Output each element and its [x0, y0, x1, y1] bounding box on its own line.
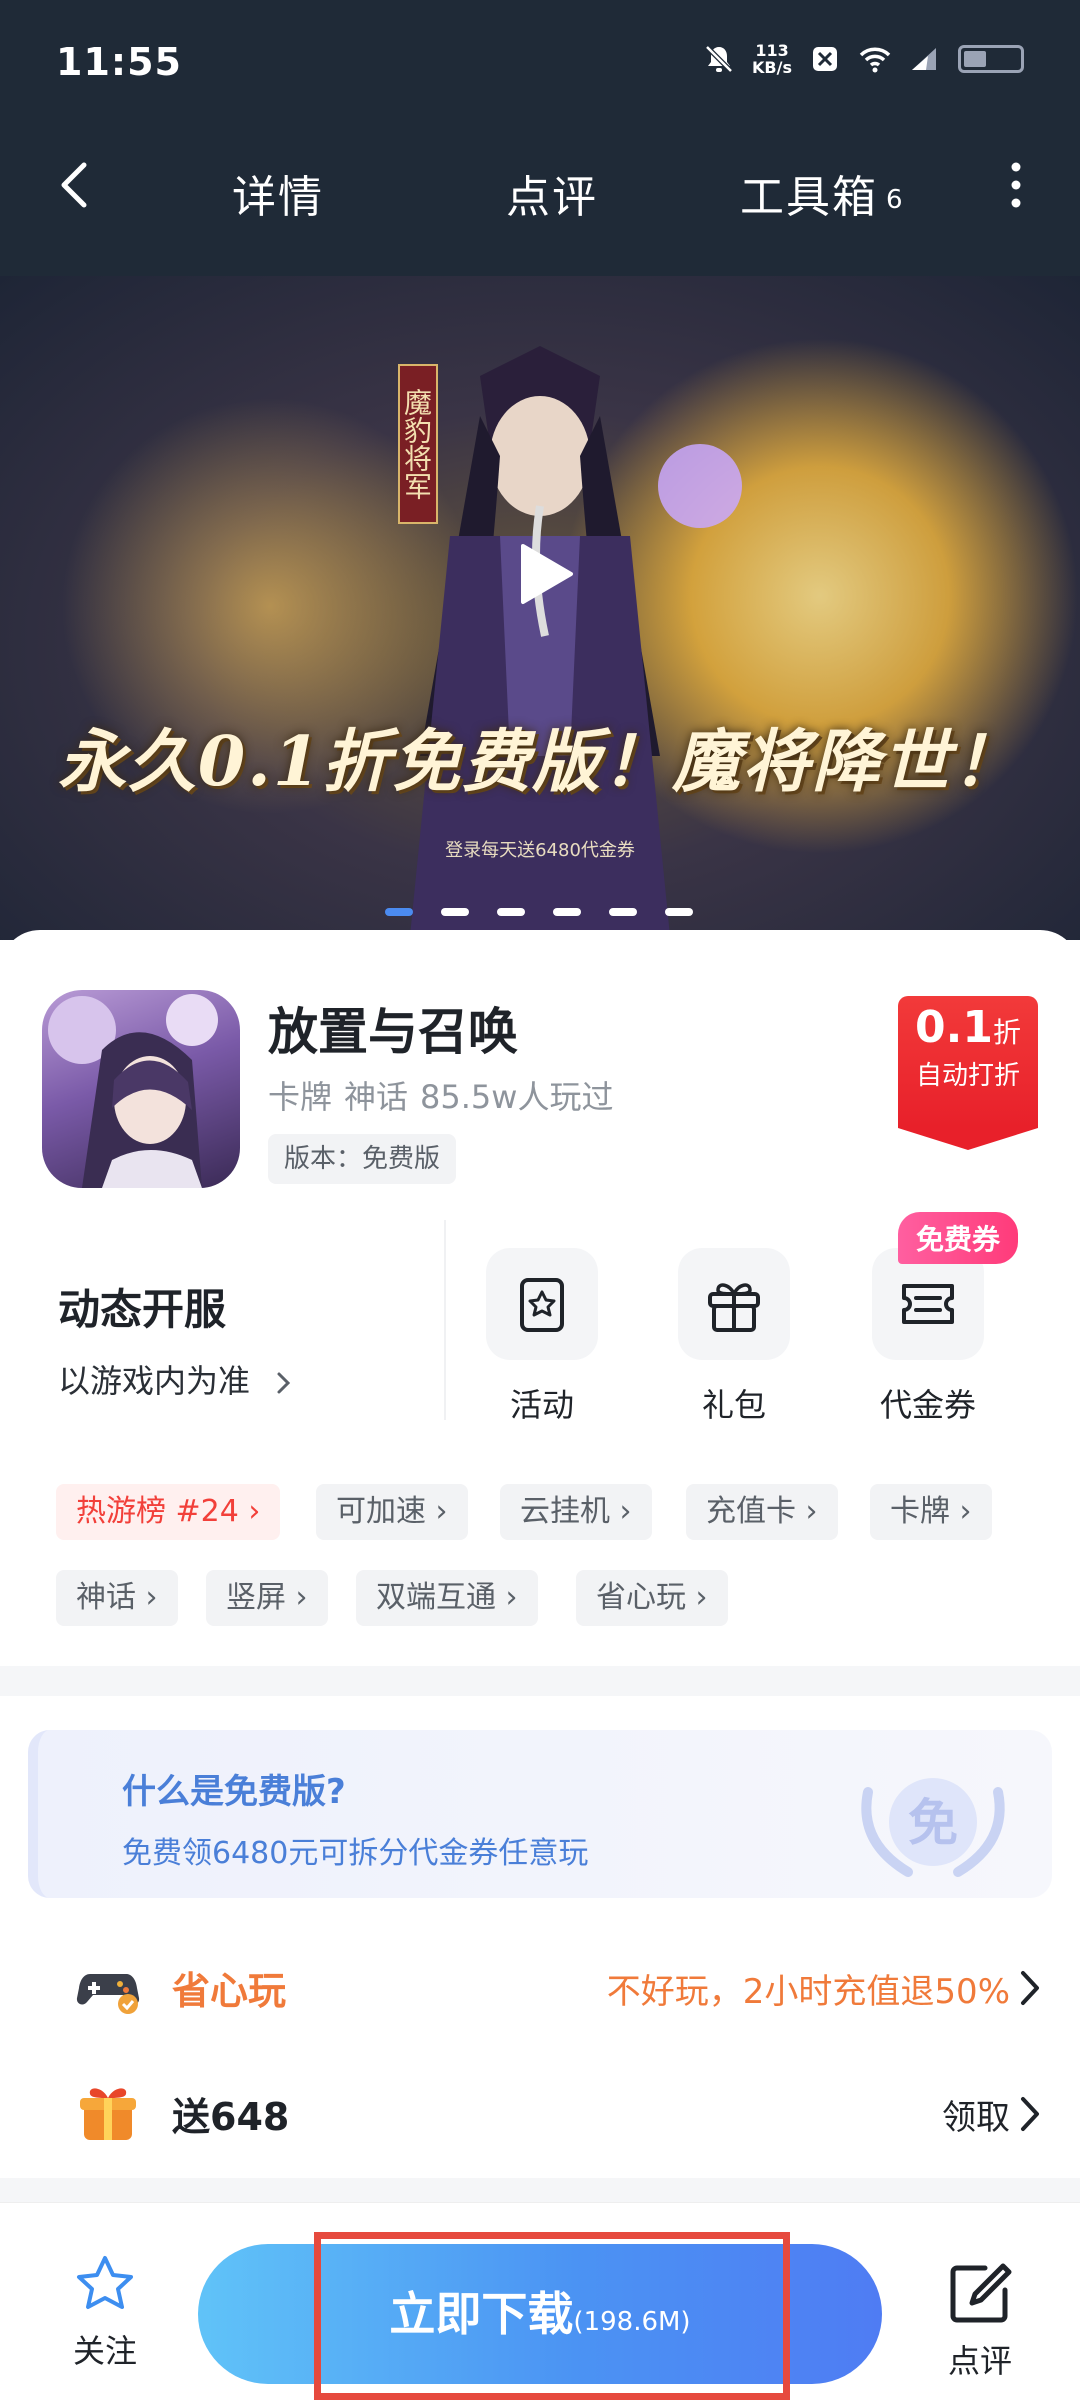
tag-item[interactable]: 卡牌 › [870, 1484, 992, 1540]
nav-bar: 详情 点评 工具箱 6 [0, 125, 1080, 245]
version-badge: 版本：免费版 [268, 1134, 457, 1184]
review-button[interactable]: 点评 [930, 2260, 1030, 2382]
free-coupon-badge: 免费券 [898, 1212, 1019, 1264]
free-info-desc: 免费领6480元可拆分代金券任意玩 [122, 1836, 589, 1871]
tag-item[interactable]: 充值卡 › [686, 1484, 838, 1540]
review-label: 点评 [947, 2342, 1012, 2380]
app-tag: 卡牌 [268, 1078, 333, 1116]
status-time: 11:55 [56, 40, 182, 84]
top-header: 11:55 113 KB/s 详情 点评 工具箱 6 [0, 0, 1080, 276]
app-icon-art [48, 994, 218, 1188]
play-video-icon[interactable] [515, 542, 575, 606]
close-box-icon [813, 47, 837, 71]
download-button[interactable]: 立即下载(198.6M) [198, 2244, 882, 2384]
tag-item[interactable]: 神话 › [56, 1570, 178, 1626]
tab-reviews[interactable]: 点评 [506, 161, 598, 225]
service-gift[interactable]: 礼包 [676, 1248, 792, 1426]
gift-648-label: 送648 [172, 2095, 290, 2139]
app-meta: 卡牌 神话 85.5w人玩过 [268, 1072, 625, 1118]
service-activity[interactable]: 活动 [484, 1248, 600, 1426]
free-info-title: 什么是免费版? [122, 1772, 346, 1812]
toolbox-count-badge: 6 [886, 185, 905, 215]
discount-label: 自动打折 [915, 1061, 1020, 1091]
mute-bell-icon [705, 45, 733, 73]
battery-icon [958, 45, 1024, 73]
tab-toolbox[interactable]: 工具箱 6 [740, 161, 905, 225]
server-title: 动态开服 [58, 1285, 227, 1334]
pagination-dot[interactable] [553, 908, 581, 916]
edit-review-icon [950, 2263, 1012, 2323]
banner-caption: 永久0.1折免费版！魔将降世！ [57, 722, 1023, 802]
svg-text:免: 免 [908, 1794, 958, 1852]
pagination-dot[interactable] [665, 908, 693, 916]
tag-item[interactable]: 云挂机 › [500, 1484, 652, 1540]
pagination-dot[interactable] [385, 908, 413, 916]
chevron-right-icon [1021, 1971, 1039, 2005]
divider [444, 1220, 446, 1420]
gamepad-icon [76, 1974, 140, 2014]
tag-item[interactable]: 双端互通 › [356, 1570, 538, 1626]
discount-unit: 折 [992, 1016, 1021, 1049]
banner-subcaption: 登录每天送6480代金券 [445, 840, 635, 861]
follow-button[interactable]: 关注 [60, 2254, 150, 2372]
coupon-icon [902, 1284, 954, 1324]
tab-details[interactable]: 详情 [232, 161, 324, 225]
back-arrow-icon[interactable] [48, 155, 108, 215]
free-version-info[interactable]: 什么是免费版? 免费领6480元可拆分代金券任意玩 免 [28, 1730, 1052, 1898]
app-players: 85.5w人玩过 [420, 1078, 614, 1116]
status-bar: 11:55 113 KB/s [0, 0, 1080, 125]
app-icon [42, 990, 240, 1188]
claim-link[interactable]: 领取 [942, 2090, 1010, 2139]
app-name: 放置与召唤 [268, 1003, 518, 1061]
section-divider [0, 2178, 1080, 2202]
tag-item[interactable]: 省心玩 › [576, 1570, 728, 1626]
pagination-dot[interactable] [497, 908, 525, 916]
media-banner[interactable]: 魔豹将军 永久0.1折免费版！魔将降世！ 登录每天送6480代金券 [0, 276, 1080, 940]
worry-free-row[interactable]: 省心玩 不好玩，2小时充值退50% [0, 1930, 1080, 2040]
discount-badge: 0.1折 自动打折 [898, 996, 1038, 1150]
activity-icon [520, 1278, 564, 1332]
download-size: (198.6M) [573, 2307, 691, 2337]
app-tag: 神话 [344, 1078, 409, 1116]
service-coupon[interactable]: 代金券 [870, 1248, 986, 1426]
tag-item[interactable]: 竖屏 › [206, 1570, 328, 1626]
banner-pagination [385, 908, 693, 916]
follow-label: 关注 [72, 2332, 137, 2370]
status-icons: 113 KB/s [702, 42, 1024, 76]
star-outline-icon [77, 2256, 133, 2309]
gift-648-row[interactable]: 送648 领取 [0, 2056, 1080, 2166]
pagination-dot[interactable] [441, 908, 469, 916]
section-divider [0, 1666, 1080, 1696]
tag-hot-rank[interactable]: 热游榜 #24 › [56, 1484, 281, 1540]
banner-character-tag: 魔豹将军 [398, 364, 438, 524]
download-label: 立即下载 [389, 2287, 574, 2341]
chevron-right-icon [277, 1372, 291, 1394]
network-speed: 113 KB/s [752, 41, 792, 77]
tag-item[interactable]: 可加速 › [316, 1484, 468, 1540]
more-vertical-icon[interactable] [986, 155, 1046, 215]
gift-box-icon [80, 2088, 136, 2140]
worry-free-desc: 不好玩，2小时充值退50% [606, 1972, 1010, 2012]
gift-icon [708, 1283, 760, 1332]
pagination-dot[interactable] [609, 908, 637, 916]
wifi-icon [859, 47, 891, 73]
server-subtitle-link[interactable]: 以游戏内为准 [58, 1356, 294, 1402]
free-emblem-icon: 免 [861, 1778, 1005, 1877]
discount-value: 0.1 [915, 1002, 993, 1053]
signal-icon [912, 48, 936, 70]
worry-free-label: 省心玩 [172, 1969, 287, 2013]
chevron-right-icon [1021, 2097, 1039, 2131]
